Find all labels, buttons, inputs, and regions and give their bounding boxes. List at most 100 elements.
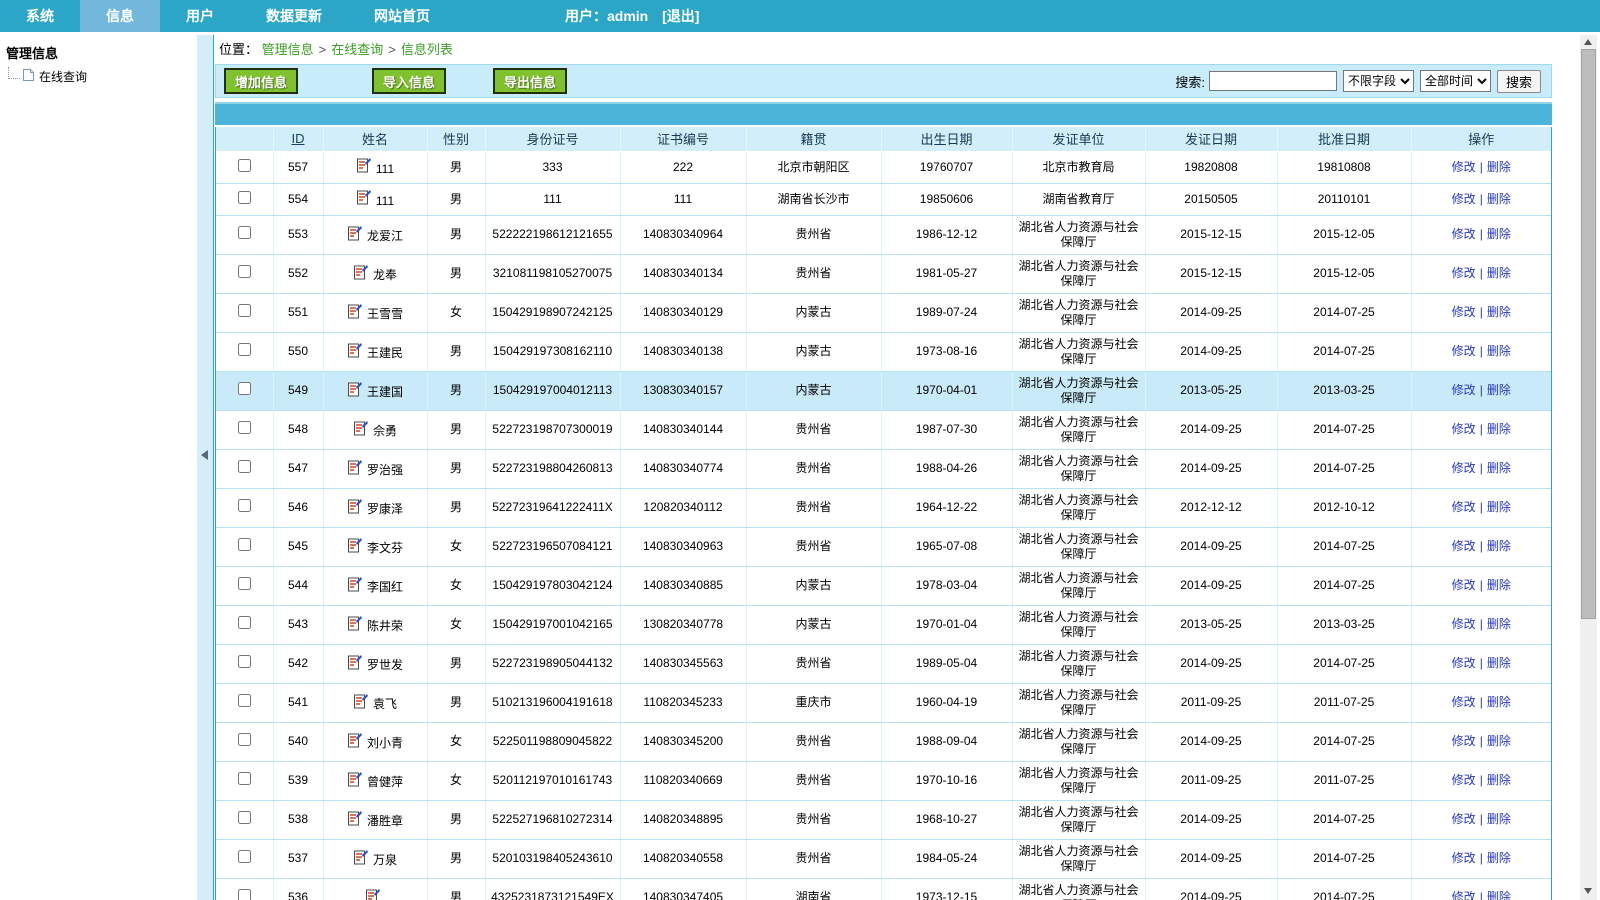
time-select[interactable]: 全部时间 bbox=[1420, 70, 1491, 92]
delete-link[interactable]: 删除 bbox=[1487, 734, 1511, 748]
delete-link[interactable]: 删除 bbox=[1487, 227, 1511, 241]
collapse-sidebar-icon[interactable] bbox=[201, 450, 208, 460]
row-checkbox[interactable] bbox=[238, 772, 251, 785]
toolbar-button-导出信息[interactable]: 导出信息 bbox=[493, 68, 567, 94]
delete-link[interactable]: 删除 bbox=[1487, 305, 1511, 319]
edit-doc-icon[interactable] bbox=[353, 849, 368, 869]
delete-link[interactable]: 删除 bbox=[1487, 344, 1511, 358]
edit-doc-icon[interactable] bbox=[347, 303, 362, 323]
edit-link[interactable]: 修改 bbox=[1452, 160, 1476, 174]
edit-doc-icon[interactable] bbox=[356, 189, 371, 209]
edit-link[interactable]: 修改 bbox=[1452, 422, 1476, 436]
delete-link[interactable]: 删除 bbox=[1487, 266, 1511, 280]
delete-link[interactable]: 删除 bbox=[1487, 812, 1511, 826]
edit-doc-icon[interactable] bbox=[347, 225, 362, 245]
sidebar-item-online-query[interactable]: 在线查询 bbox=[6, 68, 197, 85]
nav-item-系统[interactable]: 系统 bbox=[0, 0, 80, 32]
delete-link[interactable]: 删除 bbox=[1487, 383, 1511, 397]
edit-link[interactable]: 修改 bbox=[1452, 773, 1476, 787]
edit-link[interactable]: 修改 bbox=[1452, 305, 1476, 319]
row-checkbox[interactable] bbox=[238, 382, 251, 395]
vertical-scrollbar[interactable] bbox=[1580, 35, 1597, 900]
row-checkbox[interactable] bbox=[238, 460, 251, 473]
row-checkbox[interactable] bbox=[238, 265, 251, 278]
edit-link[interactable]: 修改 bbox=[1452, 890, 1476, 900]
delete-link[interactable]: 删除 bbox=[1487, 695, 1511, 709]
edit-link[interactable]: 修改 bbox=[1452, 344, 1476, 358]
edit-doc-icon[interactable] bbox=[347, 732, 362, 752]
row-checkbox[interactable] bbox=[238, 538, 251, 551]
nav-item-信息[interactable]: 信息 bbox=[80, 0, 160, 32]
scroll-down-icon[interactable] bbox=[1584, 888, 1592, 894]
edit-doc-icon[interactable] bbox=[353, 420, 368, 440]
row-checkbox[interactable] bbox=[238, 159, 251, 172]
edit-link[interactable]: 修改 bbox=[1452, 266, 1476, 280]
edit-doc-icon[interactable] bbox=[347, 498, 362, 518]
row-checkbox[interactable] bbox=[238, 577, 251, 590]
delete-link[interactable]: 删除 bbox=[1487, 773, 1511, 787]
row-checkbox[interactable] bbox=[238, 616, 251, 629]
row-checkbox[interactable] bbox=[238, 733, 251, 746]
edit-doc-icon[interactable] bbox=[356, 157, 371, 177]
edit-link[interactable]: 修改 bbox=[1452, 656, 1476, 670]
edit-doc-icon[interactable] bbox=[365, 888, 380, 900]
delete-link[interactable]: 删除 bbox=[1487, 617, 1511, 631]
delete-link[interactable]: 删除 bbox=[1487, 578, 1511, 592]
edit-link[interactable]: 修改 bbox=[1452, 500, 1476, 514]
edit-link[interactable]: 修改 bbox=[1452, 461, 1476, 475]
scroll-up-icon[interactable] bbox=[1584, 39, 1592, 45]
delete-link[interactable]: 删除 bbox=[1487, 192, 1511, 206]
logout-link[interactable]: [退出] bbox=[662, 8, 699, 24]
edit-link[interactable]: 修改 bbox=[1452, 617, 1476, 631]
edit-doc-icon[interactable] bbox=[347, 576, 362, 596]
edit-doc-icon[interactable] bbox=[347, 615, 362, 635]
breadcrumb-link-2[interactable]: 信息列表 bbox=[401, 42, 453, 57]
delete-link[interactable]: 删除 bbox=[1487, 851, 1511, 865]
edit-link[interactable]: 修改 bbox=[1452, 578, 1476, 592]
row-checkbox[interactable] bbox=[238, 655, 251, 668]
delete-link[interactable]: 删除 bbox=[1487, 656, 1511, 670]
edit-doc-icon[interactable] bbox=[347, 459, 362, 479]
delete-link[interactable]: 删除 bbox=[1487, 422, 1511, 436]
sort-id-link[interactable]: ID bbox=[292, 131, 305, 146]
edit-doc-icon[interactable] bbox=[353, 264, 368, 284]
delete-link[interactable]: 删除 bbox=[1487, 461, 1511, 475]
breadcrumb-link-1[interactable]: 在线查询 bbox=[331, 42, 383, 57]
row-checkbox[interactable] bbox=[238, 343, 251, 356]
row-checkbox[interactable] bbox=[238, 421, 251, 434]
edit-doc-icon[interactable] bbox=[347, 381, 362, 401]
nav-item-用户[interactable]: 用户 bbox=[160, 0, 240, 32]
toolbar-button-导入信息[interactable]: 导入信息 bbox=[372, 68, 446, 94]
search-button[interactable]: 搜索 bbox=[1497, 70, 1541, 93]
scrollbar-thumb[interactable] bbox=[1581, 49, 1596, 619]
edit-link[interactable]: 修改 bbox=[1452, 695, 1476, 709]
edit-link[interactable]: 修改 bbox=[1452, 383, 1476, 397]
edit-doc-icon[interactable] bbox=[347, 537, 362, 557]
edit-doc-icon[interactable] bbox=[347, 342, 362, 362]
edit-link[interactable]: 修改 bbox=[1452, 192, 1476, 206]
delete-link[interactable]: 删除 bbox=[1487, 890, 1511, 900]
toolbar-button-增加信息[interactable]: 增加信息 bbox=[224, 68, 298, 94]
field-select[interactable]: 不限字段 bbox=[1343, 70, 1414, 92]
row-checkbox[interactable] bbox=[238, 226, 251, 239]
delete-link[interactable]: 删除 bbox=[1487, 160, 1511, 174]
delete-link[interactable]: 删除 bbox=[1487, 500, 1511, 514]
edit-link[interactable]: 修改 bbox=[1452, 851, 1476, 865]
edit-link[interactable]: 修改 bbox=[1452, 539, 1476, 553]
nav-item-网站首页[interactable]: 网站首页 bbox=[348, 0, 456, 32]
row-checkbox[interactable] bbox=[238, 889, 251, 900]
row-checkbox[interactable] bbox=[238, 191, 251, 204]
search-input[interactable] bbox=[1209, 71, 1337, 91]
edit-link[interactable]: 修改 bbox=[1452, 734, 1476, 748]
nav-item-数据更新[interactable]: 数据更新 bbox=[240, 0, 348, 32]
row-checkbox[interactable] bbox=[238, 499, 251, 512]
row-checkbox[interactable] bbox=[238, 850, 251, 863]
row-checkbox[interactable] bbox=[238, 811, 251, 824]
edit-doc-icon[interactable] bbox=[347, 771, 362, 791]
row-checkbox[interactable] bbox=[238, 304, 251, 317]
breadcrumb-link-0[interactable]: 管理信息 bbox=[262, 42, 314, 57]
edit-doc-icon[interactable] bbox=[353, 693, 368, 713]
edit-doc-icon[interactable] bbox=[347, 654, 362, 674]
row-checkbox[interactable] bbox=[238, 694, 251, 707]
edit-doc-icon[interactable] bbox=[347, 810, 362, 830]
